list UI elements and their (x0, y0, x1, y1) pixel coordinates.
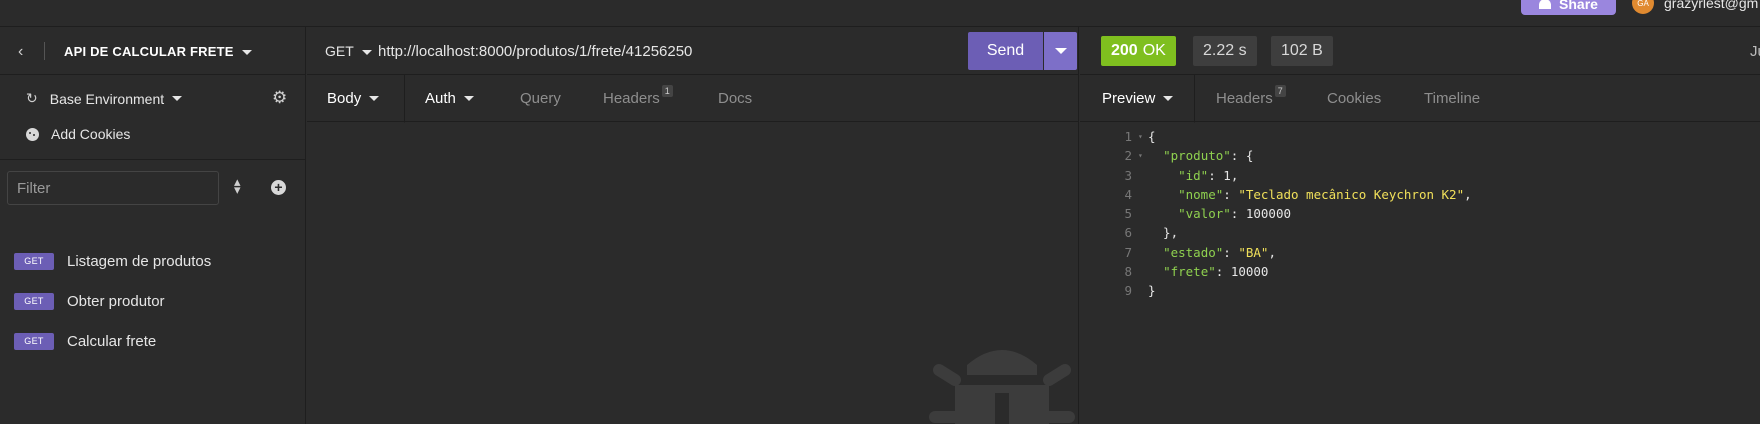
send-button[interactable]: Send (968, 32, 1043, 70)
add-cookies-button[interactable]: Add Cookies (26, 126, 130, 142)
code-line: 6 }, (1124, 225, 1179, 241)
fold-icon: ▾ (1138, 151, 1143, 161)
caret-down-icon (361, 49, 372, 55)
share-label: Share (1559, 0, 1598, 12)
code-line: 4 "nome": "Teclado mecânico Keychron K2"… (1124, 186, 1472, 202)
code-line: 7 "estado": "BA", (1124, 244, 1276, 260)
request-name: Calcular frete (67, 332, 157, 350)
top-bar: Share GA grazyrlest@gm (0, 0, 1760, 27)
count-badge: 1 (661, 84, 673, 97)
tab-label: Headers (603, 90, 660, 107)
user-email[interactable]: grazyrlest@gm (1664, 0, 1758, 11)
request-tabs: Body Auth Query Headers 1 Docs (307, 75, 1079, 123)
sort-icon[interactable]: ▴ ▾ (234, 175, 241, 196)
filter-input[interactable] (7, 171, 219, 205)
environment-label: Base Environment (49, 90, 165, 107)
url-input[interactable]: http://localhost:8000/produtos/1/frete/4… (378, 43, 692, 60)
tab-label: Preview (1102, 90, 1156, 107)
sidebar: ‹ API DE CALCULAR FRETE ↻ Base Environme… (0, 27, 306, 424)
add-cookies-label: Add Cookies (51, 126, 131, 142)
code-line: 1 ▾{ (1080, 127, 1760, 146)
fold-icon: ▾ (1138, 132, 1143, 141)
gear-icon[interactable]: ⚙ (272, 88, 287, 108)
tab-auth[interactable]: Auth (425, 75, 474, 122)
divider (0, 159, 306, 160)
method-badge: GET (14, 252, 54, 270)
tab-docs[interactable]: Docs (718, 75, 752, 122)
refresh-icon: ↻ (26, 90, 38, 106)
tab-cookies[interactable]: Cookies (1327, 75, 1381, 122)
method-badge: GET (14, 292, 54, 310)
avatar[interactable]: GA (1632, 0, 1654, 14)
code-line: 8 "frete": 10000 (1124, 264, 1269, 280)
tab-response-headers[interactable]: Headers 7 (1216, 75, 1286, 122)
request-item-obter[interactable]: GET Obter produtor (14, 288, 165, 314)
status-badge: 200 OK (1101, 36, 1176, 66)
tab-preview[interactable]: Preview (1080, 75, 1195, 123)
code-line: 2 ▾ "produto": { (1080, 146, 1760, 165)
code-line: 5 "valor": 100000 (1124, 206, 1292, 222)
request-item-listagem[interactable]: GET Listagem de produtos (14, 248, 211, 274)
divider (44, 42, 45, 60)
project-title: API DE CALCULAR FRETE (64, 44, 234, 59)
caret-down-icon (1163, 96, 1174, 101)
share-button[interactable]: Share (1521, 0, 1616, 15)
size-badge: 102 B (1271, 36, 1333, 66)
count-badge: 7 (1274, 84, 1286, 97)
method-badge: GET (14, 332, 54, 350)
tab-body[interactable]: Body (307, 75, 405, 123)
code-line: 9} (1124, 283, 1156, 299)
status-code: 200 (1111, 42, 1138, 59)
tab-timeline[interactable]: Timeline (1424, 75, 1480, 122)
request-name: Listagem de produtos (67, 252, 212, 270)
user-icon (1539, 0, 1552, 9)
cookie-icon (26, 127, 39, 141)
history-dropdown[interactable]: Ju (1750, 43, 1760, 60)
request-name: Obter produtor (67, 292, 165, 310)
caret-down-icon (369, 96, 380, 101)
response-status-bar: 200 OK 2.22 s 102 B Ju (1080, 27, 1760, 75)
request-pane: GET http://localhost:8000/produtos/1/fre… (307, 27, 1079, 424)
tab-headers[interactable]: Headers 1 (603, 75, 673, 122)
code-line: 3 "id": 1, (1124, 167, 1239, 183)
request-item-calcular[interactable]: GET Calcular frete (14, 328, 156, 354)
caret-down-icon (172, 96, 183, 101)
bug-icon (929, 350, 1075, 424)
method-dropdown[interactable]: GET (325, 43, 372, 59)
url-bar: GET http://localhost:8000/produtos/1/fre… (307, 27, 1079, 75)
caret-down-icon (241, 50, 252, 56)
caret-down-icon (463, 96, 474, 101)
tab-label: Headers (1216, 90, 1273, 107)
add-request-icon[interactable]: + (271, 180, 286, 195)
tab-label: Auth (425, 90, 456, 107)
project-header: ‹ API DE CALCULAR FRETE (0, 27, 306, 75)
response-pane: 200 OK 2.22 s 102 B Ju Preview Headers7 … (1080, 27, 1760, 424)
project-title-dropdown[interactable]: API DE CALCULAR FRETE (64, 44, 252, 59)
method-label: GET (325, 43, 354, 59)
tab-query[interactable]: Query (520, 75, 561, 122)
response-body[interactable]: 1 ▾{ 2 ▾ "produto": { 3 "id": 1, 4 "nome":… (1080, 127, 1760, 301)
tab-label: Body (327, 90, 362, 107)
time-badge: 2.22 s (1193, 36, 1257, 66)
chevron-left-icon[interactable]: ‹ (18, 43, 23, 61)
response-tabs: Preview Headers 7 Cookies Timeline (1080, 75, 1760, 123)
caret-down-icon (1054, 48, 1067, 54)
send-options-button[interactable] (1044, 32, 1077, 70)
status-text: OK (1142, 42, 1166, 59)
environment-selector[interactable]: ↻ Base Environment (26, 90, 183, 107)
